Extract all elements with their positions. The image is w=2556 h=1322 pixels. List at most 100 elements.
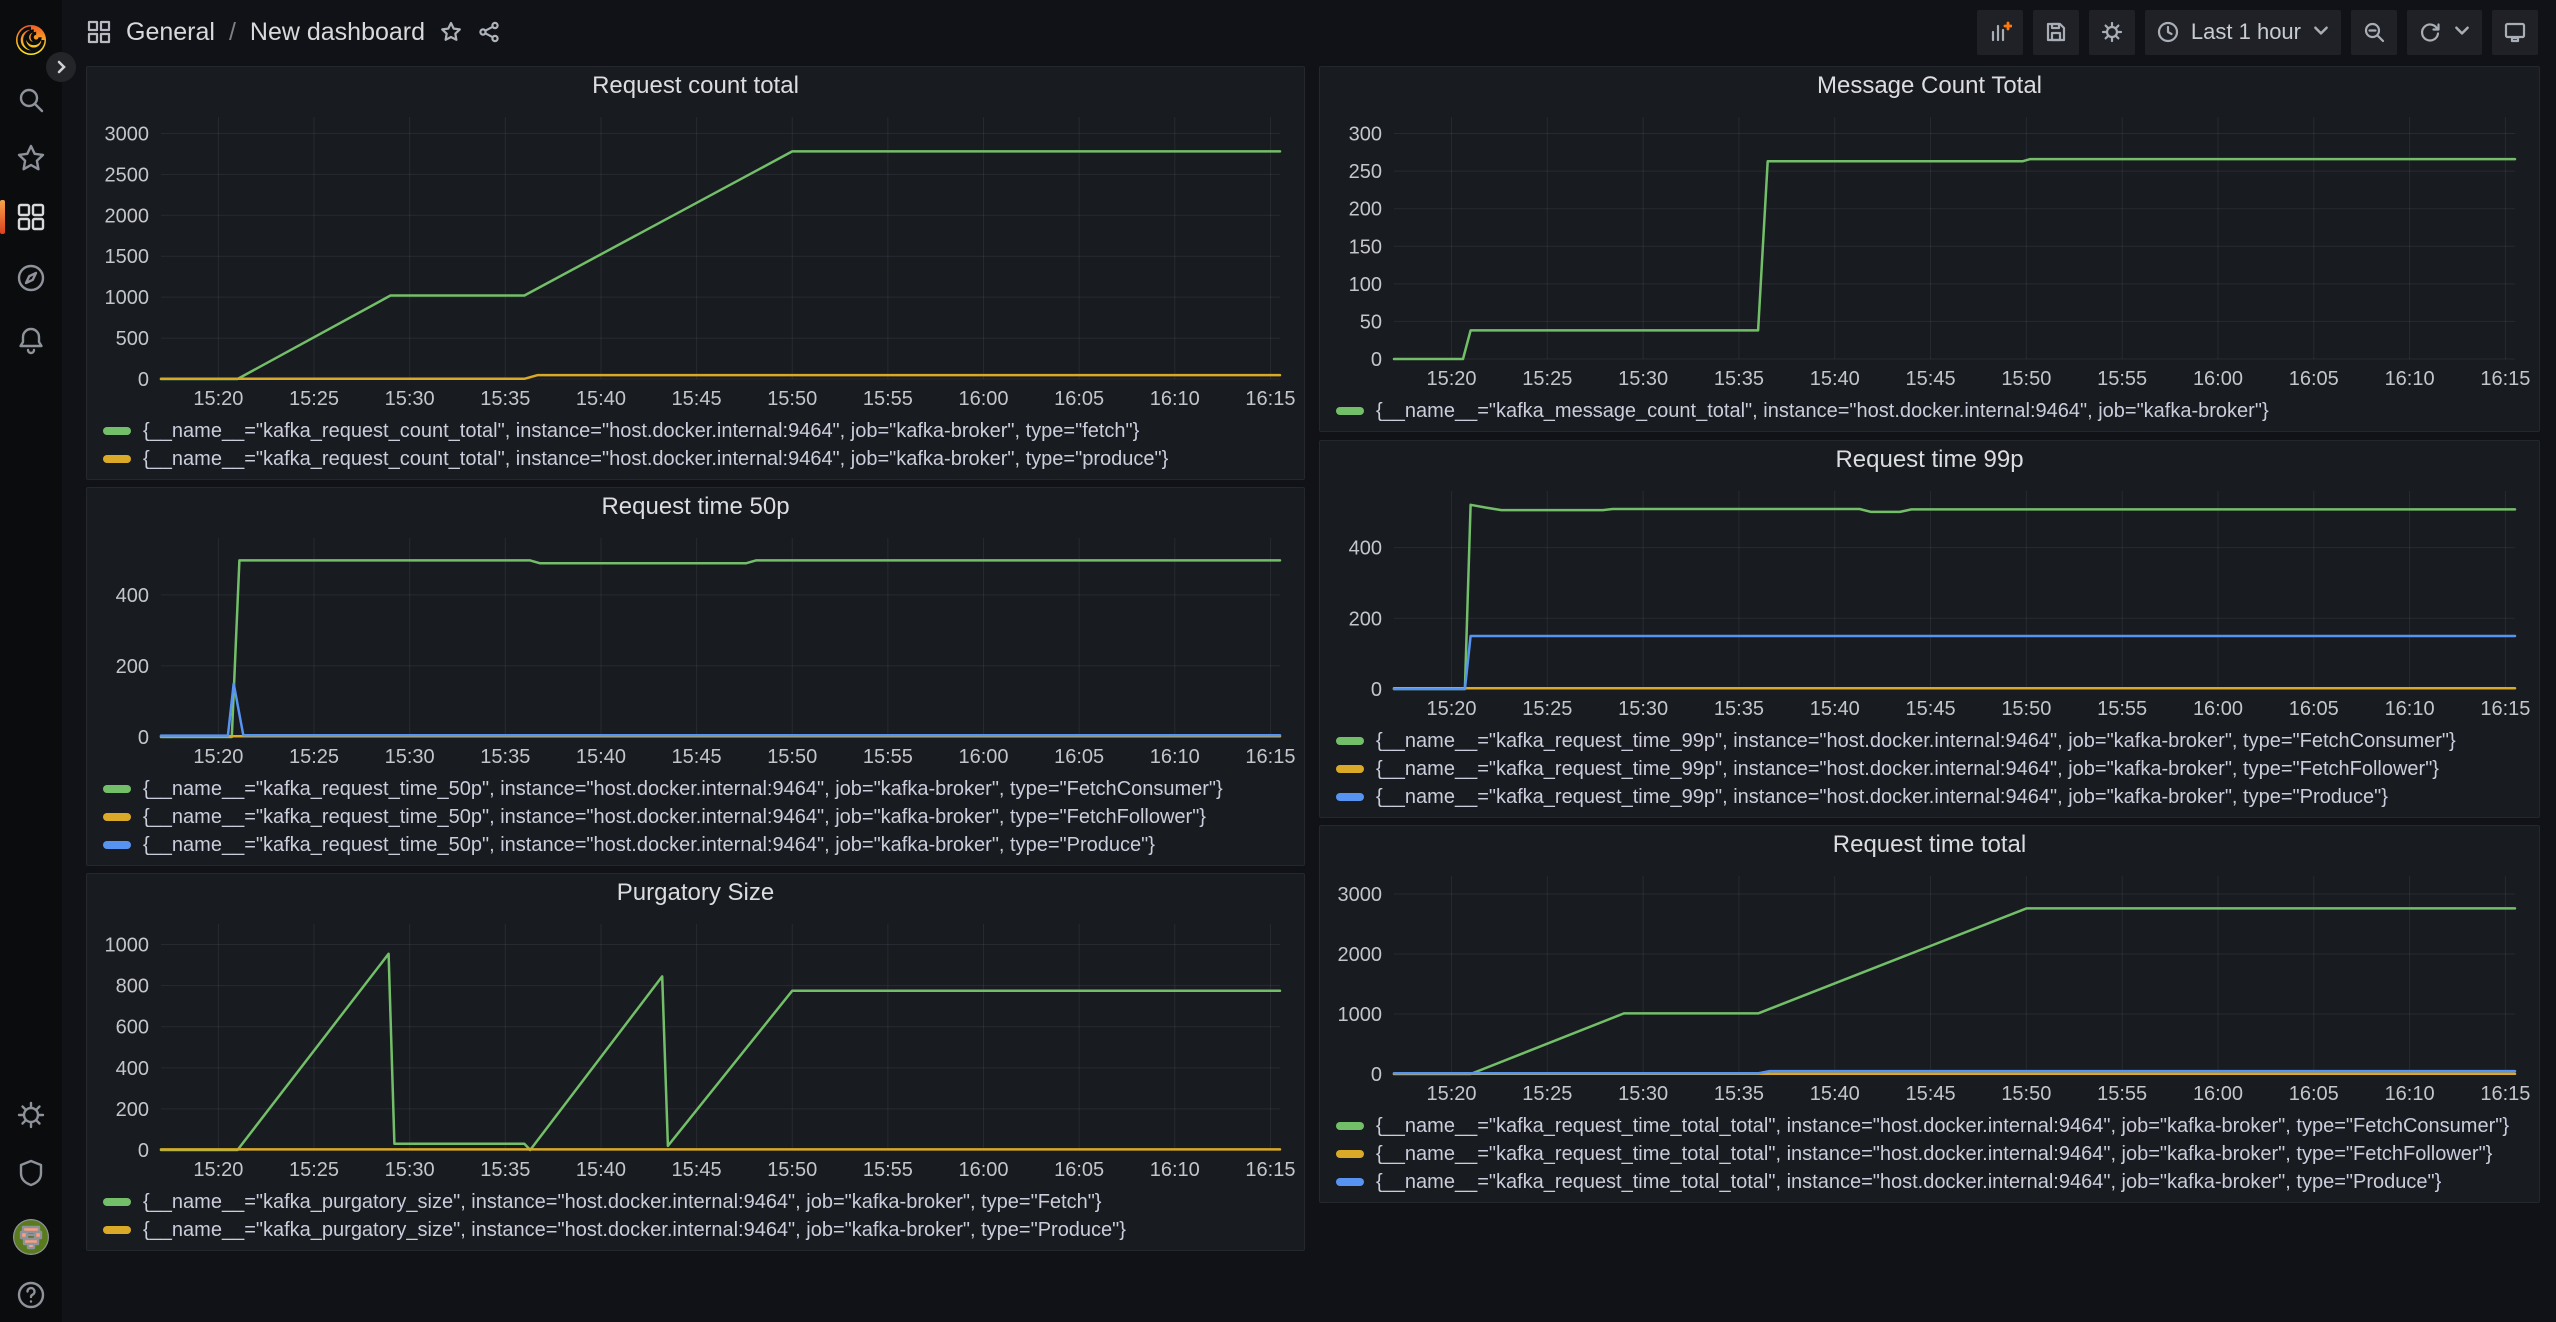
legend-swatch [1336,1122,1364,1130]
svg-text:15:40: 15:40 [576,746,626,768]
svg-text:16:10: 16:10 [2385,698,2435,720]
svg-text:200: 200 [1349,608,1382,630]
legend-label: {__name__="kafka_request_time_50p", inst… [143,806,1206,829]
time-series-chart[interactable]: 15:2015:2515:3015:3515:4015:4515:5015:55… [95,524,1296,769]
legend-item[interactable]: {__name__="kafka_purgatory_size", instan… [103,1216,1294,1244]
svg-text:15:35: 15:35 [480,746,530,768]
panel-purgatory-size: Purgatory Size 15:2015:2515:3015:3515:40… [86,873,1305,1251]
legend-item[interactable]: {__name__="kafka_request_time_50p", inst… [103,831,1294,859]
expand-sidebar-button[interactable] [46,52,76,82]
legend-item[interactable]: {__name__="kafka_purgatory_size", instan… [103,1188,1294,1216]
svg-text:15:25: 15:25 [1522,368,1572,390]
svg-text:16:10: 16:10 [2385,368,2435,390]
svg-text:15:35: 15:35 [1714,1083,1764,1105]
panel-title[interactable]: Purgatory Size [87,874,1304,912]
svg-text:2000: 2000 [1338,944,1383,966]
panel-message-count-total: Message Count Total 15:2015:2515:3015:35… [1319,66,2540,432]
svg-text:15:35: 15:35 [1714,368,1764,390]
svg-text:15:20: 15:20 [193,388,243,410]
legend-item[interactable]: {__name__="kafka_request_time_99p", inst… [1336,727,2529,755]
dashboard-settings-button[interactable] [2089,10,2135,55]
svg-text:2500: 2500 [105,164,150,186]
legend-swatch [1336,1150,1364,1158]
legend-item[interactable]: {__name__="kafka_message_count_total", i… [1336,397,2529,425]
svg-text:200: 200 [116,656,149,678]
svg-text:15:40: 15:40 [1810,368,1860,390]
time-series-chart[interactable]: 15:2015:2515:3015:3515:4015:4515:5015:55… [1328,477,2531,721]
svg-text:15:55: 15:55 [2097,698,2147,720]
svg-text:200: 200 [1349,199,1382,221]
legend-item[interactable]: {__name__="kafka_request_time_50p", inst… [103,803,1294,831]
svg-text:15:30: 15:30 [1618,1083,1668,1105]
save-dashboard-button[interactable] [2033,10,2079,55]
svg-text:15:40: 15:40 [576,1159,626,1181]
refresh-button[interactable] [2407,10,2482,55]
configuration-gear-icon[interactable] [15,1099,47,1131]
svg-text:16:15: 16:15 [1245,746,1295,768]
legend-swatch [1336,737,1364,745]
panel-title[interactable]: Request count total [87,67,1304,105]
search-icon[interactable] [15,84,47,116]
server-admin-shield-icon[interactable] [15,1157,47,1189]
svg-text:300: 300 [1349,124,1382,146]
legend-swatch [103,427,131,435]
legend-label: {__name__="kafka_purgatory_size", instan… [143,1219,1126,1242]
svg-text:15:35: 15:35 [480,388,530,410]
share-dashboard-icon[interactable] [477,20,501,44]
svg-text:15:25: 15:25 [289,388,339,410]
time-series-chart[interactable]: 15:2015:2515:3015:3515:4015:4515:5015:55… [95,103,1296,411]
panel-legend: {__name__="kafka_purgatory_size", instan… [103,1188,1294,1244]
panel-title[interactable]: Request time 99p [1320,441,2539,479]
panel-title[interactable]: Request time total [1320,826,2539,864]
user-avatar[interactable] [13,1219,49,1255]
legend-item[interactable]: {__name__="kafka_request_time_99p", inst… [1336,755,2529,783]
zoom-out-button[interactable] [2351,10,2397,55]
grafana-logo[interactable] [12,21,50,59]
panel-legend: {__name__="kafka_request_count_total", i… [103,417,1294,473]
svg-text:15:25: 15:25 [289,746,339,768]
svg-text:15:55: 15:55 [863,388,913,410]
legend-item[interactable]: {__name__="kafka_request_count_total", i… [103,417,1294,445]
dashboards-icon[interactable] [15,201,47,233]
svg-text:15:45: 15:45 [672,746,722,768]
panel-request-time-50p: Request time 50p 15:2015:2515:3015:3515:… [86,487,1305,866]
starred-icon[interactable] [15,142,47,174]
breadcrumb-section[interactable]: General [126,18,215,47]
svg-text:16:15: 16:15 [1245,1159,1295,1181]
svg-text:0: 0 [1371,349,1382,371]
svg-text:1000: 1000 [1338,1004,1383,1026]
legend-item[interactable]: {__name__="kafka_request_time_total_tota… [1336,1168,2529,1196]
svg-text:15:25: 15:25 [1522,1083,1572,1105]
time-series-chart[interactable]: 15:2015:2515:3015:3515:4015:4515:5015:55… [95,910,1296,1182]
panel-request-time-total: Request time total 15:2015:2515:3015:351… [1319,825,2540,1203]
legend-item[interactable]: {__name__="kafka_request_count_total", i… [103,445,1294,473]
legend-item[interactable]: {__name__="kafka_request_time_50p", inst… [103,775,1294,803]
star-dashboard-icon[interactable] [439,20,463,44]
legend-swatch [103,1198,131,1206]
explore-compass-icon[interactable] [15,262,47,294]
time-range-picker[interactable]: Last 1 hour [2145,10,2341,55]
help-icon[interactable] [15,1279,47,1311]
cycle-view-mode-button[interactable] [2492,10,2538,55]
svg-text:16:05: 16:05 [2289,698,2339,720]
legend-swatch [1336,793,1364,801]
legend-item[interactable]: {__name__="kafka_request_time_total_tota… [1336,1140,2529,1168]
time-series-chart[interactable]: 15:2015:2515:3015:3515:4015:4515:5015:55… [1328,103,2531,391]
svg-text:16:00: 16:00 [958,388,1008,410]
panel-title[interactable]: Message Count Total [1320,67,2539,105]
legend-item[interactable]: {__name__="kafka_request_time_total_tota… [1336,1112,2529,1140]
legend-swatch [103,785,131,793]
svg-text:15:30: 15:30 [1618,698,1668,720]
svg-text:0: 0 [138,369,149,391]
sidebar [0,0,62,1322]
add-panel-button[interactable] [1977,10,2023,55]
alerting-bell-icon[interactable] [15,324,47,356]
svg-text:0: 0 [1371,1064,1382,1086]
legend-label: {__name__="kafka_request_count_total", i… [143,420,1139,443]
legend-swatch [103,1226,131,1234]
time-series-chart[interactable]: 15:2015:2515:3015:3515:4015:4515:5015:55… [1328,862,2531,1106]
legend-item[interactable]: {__name__="kafka_request_time_99p", inst… [1336,783,2529,811]
svg-text:150: 150 [1349,236,1382,258]
legend-swatch [103,455,131,463]
panel-title[interactable]: Request time 50p [87,488,1304,526]
